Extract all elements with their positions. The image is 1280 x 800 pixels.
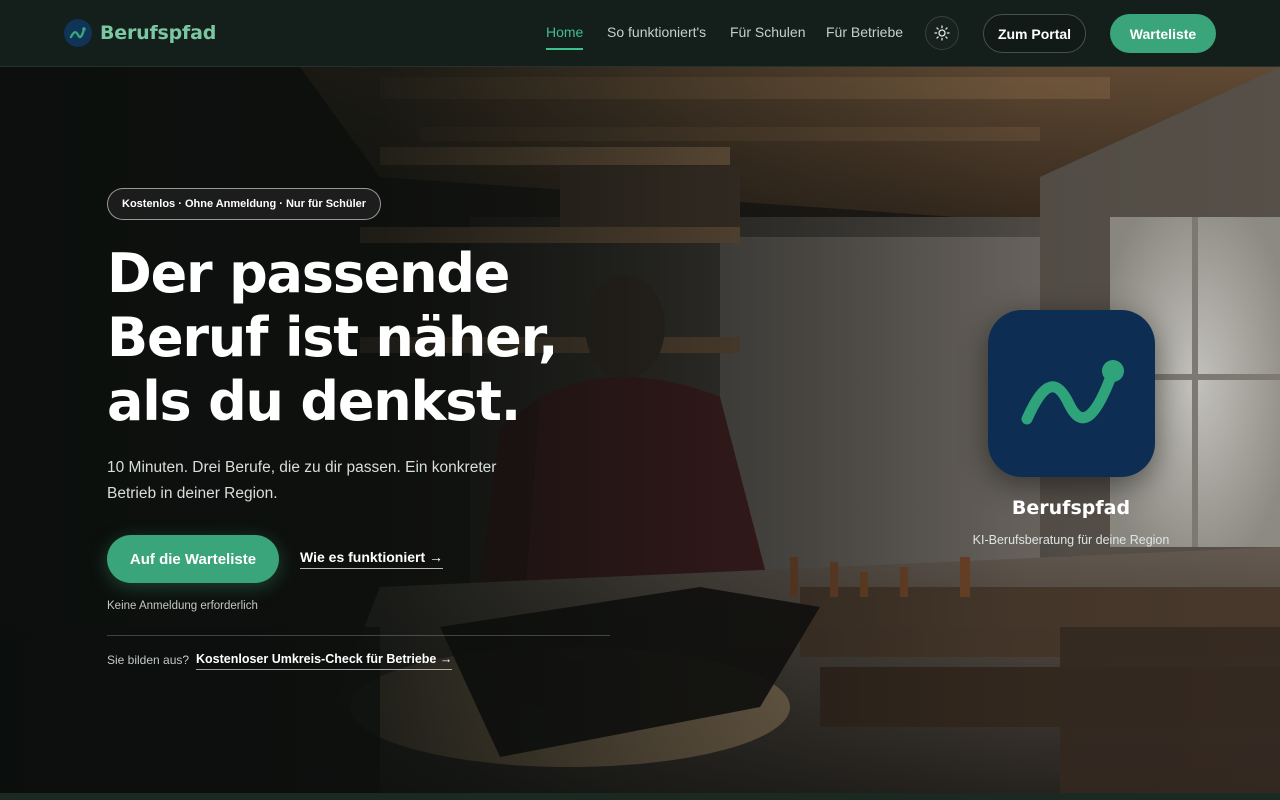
brand-logo-icon: [64, 19, 92, 47]
headline-line-2: Beruf ist näher,: [107, 306, 559, 369]
nav-how-it-works[interactable]: So funktioniert's: [607, 24, 706, 40]
brand-home-link[interactable]: Berufspfad: [64, 18, 216, 48]
app-name: Berufspfad: [1011, 497, 1131, 519]
sun-icon: [934, 25, 950, 41]
training-question: Sie bilden aus?: [107, 653, 190, 667]
waitlist-header-button[interactable]: Warteliste: [1110, 14, 1216, 53]
app-logo-icon: [988, 310, 1155, 477]
nav-home[interactable]: Home: [546, 24, 584, 50]
headline-line-3: als du denkst.: [107, 370, 521, 433]
hero-headline: Der passende Beruf ist näher, als du den…: [107, 242, 567, 434]
site-header: Berufspfad Home So funktioniert's Für Sc…: [0, 0, 1280, 67]
nav-for-schools[interactable]: Für Schulen: [730, 24, 805, 40]
nav-home-label: Home: [546, 24, 584, 40]
hero-subline: 10 Minuten. Drei Berufe, die zu dir pass…: [107, 459, 497, 502]
headline-line-1: Der passende: [107, 242, 510, 305]
benefits-pill: Kostenlos · Ohne Anmeldung · Nur für Sch…: [107, 188, 382, 220]
app-tagline: KI-Berufsberatung für deine Region: [972, 533, 1170, 547]
how-it-works-link[interactable]: Wie es funktioniert →: [300, 549, 444, 569]
portal-button[interactable]: Zum Portal: [983, 14, 1086, 53]
nav-for-companies[interactable]: Für Betriebe: [826, 24, 903, 40]
company-radius-check-link[interactable]: Kostenloser Umkreis-Check für Betriebe →: [196, 652, 453, 670]
brand-name: Berufspfad: [100, 22, 217, 44]
nav-active-indicator: [546, 48, 584, 50]
waitlist-cta-button[interactable]: Auf die Warteliste: [107, 535, 279, 583]
hero-divider: [107, 635, 610, 636]
footer-edge: [0, 793, 1280, 800]
no-login-note: Keine Anmeldung erforderlich: [107, 600, 258, 612]
theme-toggle-button[interactable]: [925, 16, 959, 50]
